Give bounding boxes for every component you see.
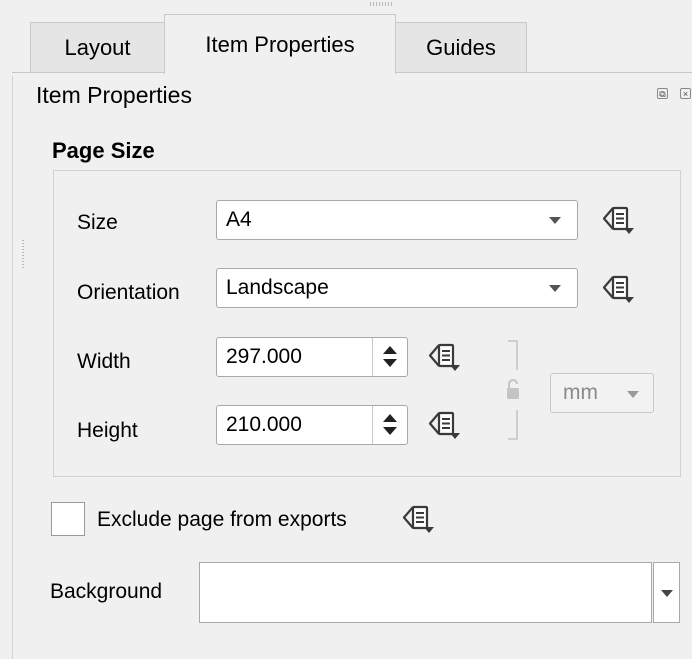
data-defined-override-icon[interactable] [600, 206, 636, 236]
background-label: Background [50, 580, 163, 603]
ratio-link-bracket-bottom [508, 410, 518, 440]
data-defined-override-icon[interactable] [426, 343, 462, 373]
float-panel-icon[interactable]: ⧉ [657, 88, 668, 99]
data-defined-override-icon[interactable] [426, 411, 462, 441]
size-combo[interactable]: A4 [216, 200, 578, 240]
orientation-combo-value: Landscape [226, 276, 329, 299]
orientation-combo[interactable]: Landscape [216, 268, 578, 308]
tab-label: Layout [64, 34, 131, 60]
width-spinbox[interactable]: 297.000 [216, 337, 408, 377]
height-value: 210.000 [226, 413, 302, 436]
lock-icon[interactable] [505, 378, 521, 402]
units-value: mm [563, 381, 598, 404]
width-label: Width [77, 350, 131, 373]
size-combo-value: A4 [226, 208, 252, 231]
tab-guides[interactable]: Guides [395, 22, 527, 72]
page-size-section-title: Page Size [52, 138, 155, 163]
units-combo[interactable]: mm [550, 373, 654, 413]
background-color-button[interactable] [199, 562, 652, 623]
tab-layout[interactable]: Layout [30, 22, 165, 72]
height-label: Height [77, 419, 138, 442]
panel-title: Item Properties [36, 82, 192, 108]
background-color-dropdown[interactable] [653, 562, 680, 623]
spin-arrows-icon[interactable] [372, 338, 407, 376]
size-label: Size [77, 211, 118, 234]
close-panel-icon[interactable]: × [680, 88, 691, 99]
width-value: 297.000 [226, 345, 302, 368]
exclude-page-checkbox[interactable] [51, 502, 85, 536]
ratio-link-bracket-top [508, 340, 518, 370]
chevron-down-icon [661, 590, 673, 597]
height-spinbox[interactable]: 210.000 [216, 405, 408, 445]
chevron-down-icon [549, 217, 561, 224]
data-defined-override-icon[interactable] [600, 275, 636, 305]
chevron-down-icon [627, 391, 639, 398]
orientation-label: Orientation [77, 281, 180, 304]
panel-left-border [12, 76, 13, 659]
tab-label: Guides [426, 34, 496, 60]
dock-grip-top[interactable] [370, 2, 394, 6]
tab-label: Item Properties [205, 31, 355, 57]
dock-grip-left[interactable] [22, 240, 24, 270]
spin-arrows-icon[interactable] [372, 406, 407, 444]
data-defined-override-icon[interactable] [400, 505, 436, 535]
tab-item-properties[interactable]: Item Properties [164, 14, 396, 74]
chevron-down-icon [549, 285, 561, 292]
exclude-page-label[interactable]: Exclude page from exports [97, 508, 347, 532]
